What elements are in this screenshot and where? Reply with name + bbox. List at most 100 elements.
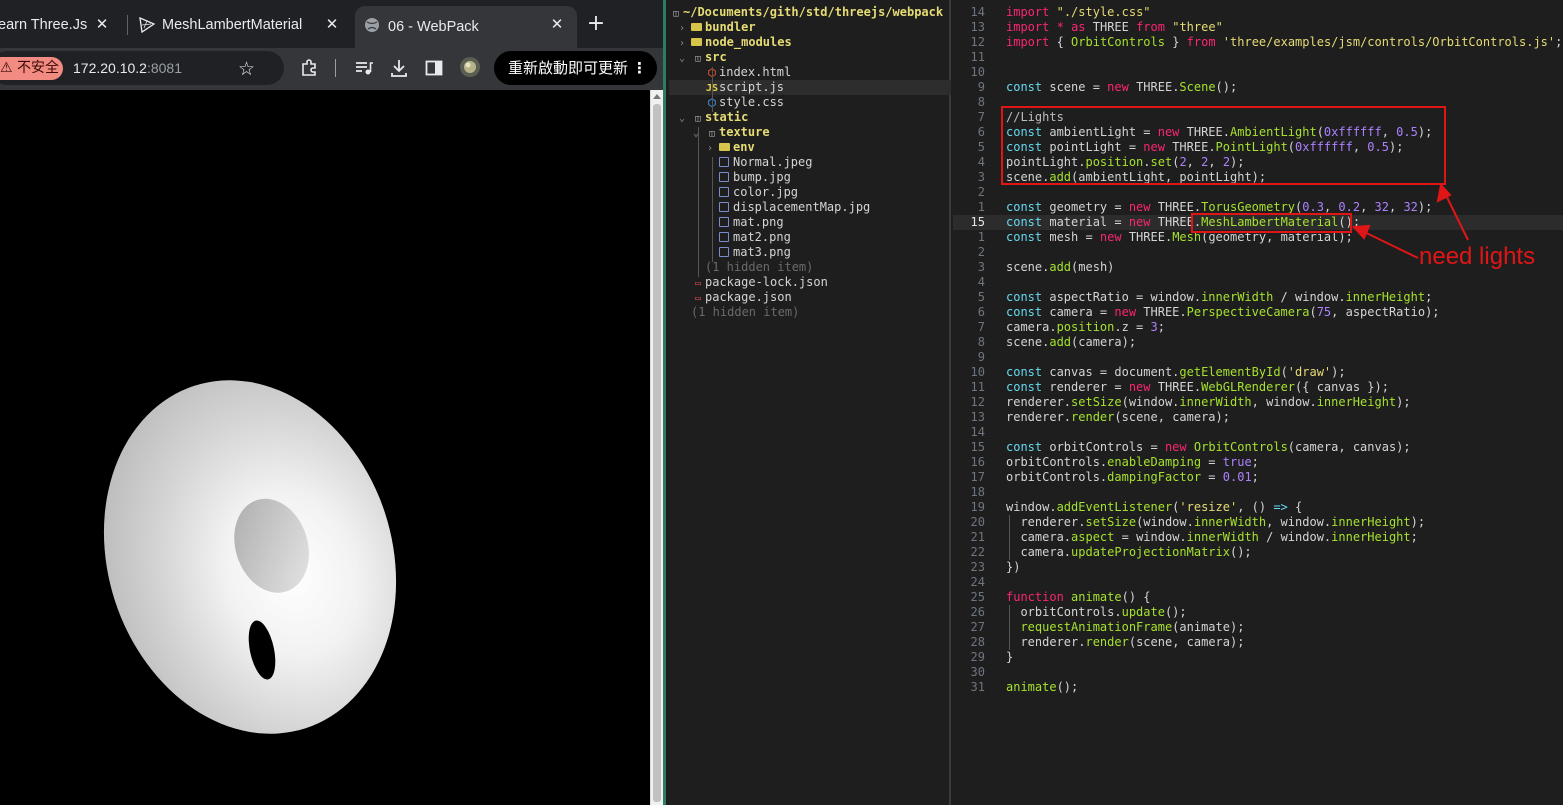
code-token: add bbox=[1049, 335, 1072, 349]
extensions-icon[interactable] bbox=[299, 58, 319, 78]
code-line[interactable]: 4 bbox=[953, 275, 1563, 290]
tree-item[interactable]: ⌄ ◫ static bbox=[669, 110, 951, 125]
tab-meshlambertmaterial[interactable]: MeshLambertMaterial ✕ bbox=[130, 6, 352, 44]
code-token: renderer. bbox=[1006, 635, 1086, 649]
line-number: 15 bbox=[970, 440, 985, 454]
webgl-canvas[interactable] bbox=[0, 90, 650, 805]
page-scrollbar[interactable] bbox=[650, 90, 663, 805]
tree-item[interactable]: › env bbox=[669, 140, 951, 155]
tree-item: (1 hidden item) bbox=[669, 260, 951, 275]
tree-item[interactable]: ▭ package-lock.json bbox=[669, 275, 951, 290]
tree-item[interactable]: › bundler bbox=[669, 20, 951, 35]
code-line[interactable]: 8 scene.add(camera); bbox=[953, 335, 1563, 350]
line-number: 10 bbox=[970, 365, 985, 379]
code-line[interactable]: 11 bbox=[953, 50, 1563, 65]
code-line[interactable]: 1 const geometry = new THREE.TorusGeometr… bbox=[953, 200, 1563, 215]
code-token: . bbox=[1143, 155, 1151, 169]
tab-webpack[interactable]: 06 - WebPack ✕ bbox=[355, 6, 577, 48]
code-line[interactable]: 2 bbox=[953, 185, 1563, 200]
tree-item[interactable]: › node_modules bbox=[669, 35, 951, 50]
code-editor[interactable]: 14 import "./style.css" 13 import * as THRE… bbox=[953, 0, 1563, 805]
code-line[interactable]: 15 const material = new THREE.MeshLambert… bbox=[953, 215, 1563, 230]
side-panel-icon[interactable] bbox=[424, 58, 444, 78]
code-line[interactable]: 19 window.addEventListener('resize', () =… bbox=[953, 500, 1563, 515]
tree-item-label: texture bbox=[719, 125, 770, 139]
tree-item[interactable]: ⌄ ◫ texture bbox=[669, 125, 951, 140]
code-token: orbitControls. bbox=[1006, 470, 1108, 484]
code-line[interactable]: 13 import * as THREE from "three" bbox=[953, 20, 1563, 35]
code-line[interactable]: 16 orbitControls.enableDamping = true; bbox=[953, 455, 1563, 470]
close-icon[interactable]: ✕ bbox=[547, 15, 567, 35]
code-line[interactable]: 20 renderer.setSize(window.innerWidth, w… bbox=[953, 515, 1563, 530]
tree-root[interactable]: ◫ ~/Documents/gith/std/threejs/webpack bbox=[669, 5, 951, 20]
code-line[interactable]: 30 bbox=[953, 665, 1563, 680]
code-line[interactable]: 15 const orbitControls = new OrbitControl… bbox=[953, 440, 1563, 455]
chevron-down-icon[interactable]: ⌄ bbox=[677, 51, 687, 66]
code-line[interactable]: 5 const aspectRatio = window.innerWidth /… bbox=[953, 290, 1563, 305]
code-line[interactable]: 31 animate(); bbox=[953, 680, 1563, 695]
url-text[interactable]: 172.20.10.2:8081 bbox=[73, 60, 182, 76]
new-tab-button[interactable]: + bbox=[583, 12, 609, 38]
code-line[interactable]: 10 const canvas = document.getElementById… bbox=[953, 365, 1563, 380]
code-line[interactable]: 9 bbox=[953, 350, 1563, 365]
code-line[interactable]: 17 orbitControls.dampingFactor = 0.01; bbox=[953, 470, 1563, 485]
code-line[interactable]: 28 renderer.render(scene, camera); bbox=[953, 635, 1563, 650]
code-line[interactable]: 23}) bbox=[953, 560, 1563, 575]
code-line[interactable]: 24 bbox=[953, 575, 1563, 590]
code-line[interactable]: 3 scene.add(ambientLight, pointLight); bbox=[953, 170, 1563, 185]
code-line[interactable]: 29} bbox=[953, 650, 1563, 665]
line-number: 27 bbox=[970, 620, 985, 634]
code-token: , () bbox=[1237, 500, 1274, 514]
relaunch-to-update-button[interactable]: 重新啟動即可更新 ⋮ bbox=[494, 51, 657, 85]
profile-avatar-icon[interactable] bbox=[459, 56, 481, 78]
code-line[interactable]: 7 //Lights bbox=[953, 110, 1563, 125]
chevron-down-icon[interactable]: ⌄ bbox=[677, 111, 687, 126]
code-token: ambientLight = bbox=[1042, 125, 1158, 139]
code-line[interactable]: 8 bbox=[953, 95, 1563, 110]
code-line[interactable]: 9 const scene = new THREE.Scene(); bbox=[953, 80, 1563, 95]
chevron-down-icon[interactable]: ⌄ bbox=[691, 126, 701, 141]
code-token: (mesh) bbox=[1071, 260, 1115, 274]
media-queue-icon[interactable] bbox=[354, 58, 374, 78]
code-line[interactable]: 26 orbitControls.update(); bbox=[953, 605, 1563, 620]
code-line[interactable]: 4 pointLight.position.set(2, 2, 2); bbox=[953, 155, 1563, 170]
code-line[interactable]: 21 camera.aspect = window.innerWidth / w… bbox=[953, 530, 1563, 545]
code-token: ); bbox=[1417, 200, 1433, 214]
code-line[interactable]: 14 import "./style.css" bbox=[953, 5, 1563, 20]
code-line[interactable]: 13 renderer.render(scene, camera); bbox=[953, 410, 1563, 425]
code-line[interactable]: 12 import { OrbitControls } from 'three/e… bbox=[953, 35, 1563, 50]
chevron-right-icon[interactable]: › bbox=[677, 21, 687, 36]
code-text: const camera = new THREE.PerspectiveCame… bbox=[1006, 305, 1440, 320]
bookmark-star-icon[interactable]: ☆ bbox=[238, 58, 255, 80]
code-line[interactable]: 14 bbox=[953, 425, 1563, 440]
code-line[interactable]: 5 const pointLight = new THREE.PointLight… bbox=[953, 140, 1563, 155]
download-icon[interactable] bbox=[389, 58, 409, 78]
code-line[interactable]: 22 camera.updateProjectionMatrix(); bbox=[953, 545, 1563, 560]
code-line[interactable]: 6 const camera = new THREE.PerspectiveCam… bbox=[953, 305, 1563, 320]
scrollbar-thumb[interactable] bbox=[653, 104, 661, 802]
tree-item[interactable]: ⌄ ◫ src bbox=[669, 50, 951, 65]
code-token: (ambientLight, pointLight); bbox=[1071, 170, 1267, 184]
code-line[interactable]: 12 renderer.setSize(window.innerWidth, wi… bbox=[953, 395, 1563, 410]
close-icon[interactable]: ✕ bbox=[322, 15, 342, 35]
chevron-right-icon[interactable]: › bbox=[677, 36, 687, 51]
line-number: 8 bbox=[977, 95, 985, 109]
code-line[interactable]: 7 camera.position.z = 3; bbox=[953, 320, 1563, 335]
code-line[interactable]: 25 function animate() { bbox=[953, 590, 1563, 605]
code-token: , bbox=[1381, 125, 1397, 139]
not-secure-badge[interactable]: ⚠ 不安全 bbox=[0, 57, 63, 80]
code-line[interactable]: 10 bbox=[953, 65, 1563, 80]
line-number: 21 bbox=[970, 530, 985, 544]
scroll-up-arrow-icon[interactable] bbox=[653, 94, 661, 99]
code-line[interactable]: 11 const renderer = new THREE.WebGLRender… bbox=[953, 380, 1563, 395]
code-line[interactable]: 18 bbox=[953, 485, 1563, 500]
tab-learn-threejs[interactable]: earn Three.Js ✕ bbox=[0, 6, 122, 44]
code-line[interactable]: 6 const ambientLight = new THREE.AmbientL… bbox=[953, 125, 1563, 140]
address-bar[interactable]: ⚠ 不安全 172.20.10.2:8081 ☆ bbox=[0, 51, 284, 85]
code-line[interactable]: 27 requestAnimationFrame(animate); bbox=[953, 620, 1563, 635]
update-label: 重新啟動即可更新 bbox=[508, 59, 629, 77]
menu-dots-icon[interactable]: ⋮ bbox=[632, 51, 647, 85]
close-icon[interactable]: ✕ bbox=[92, 15, 112, 35]
tree-item[interactable]: ▭ package.json bbox=[669, 290, 951, 305]
chevron-right-icon[interactable]: › bbox=[705, 141, 715, 156]
